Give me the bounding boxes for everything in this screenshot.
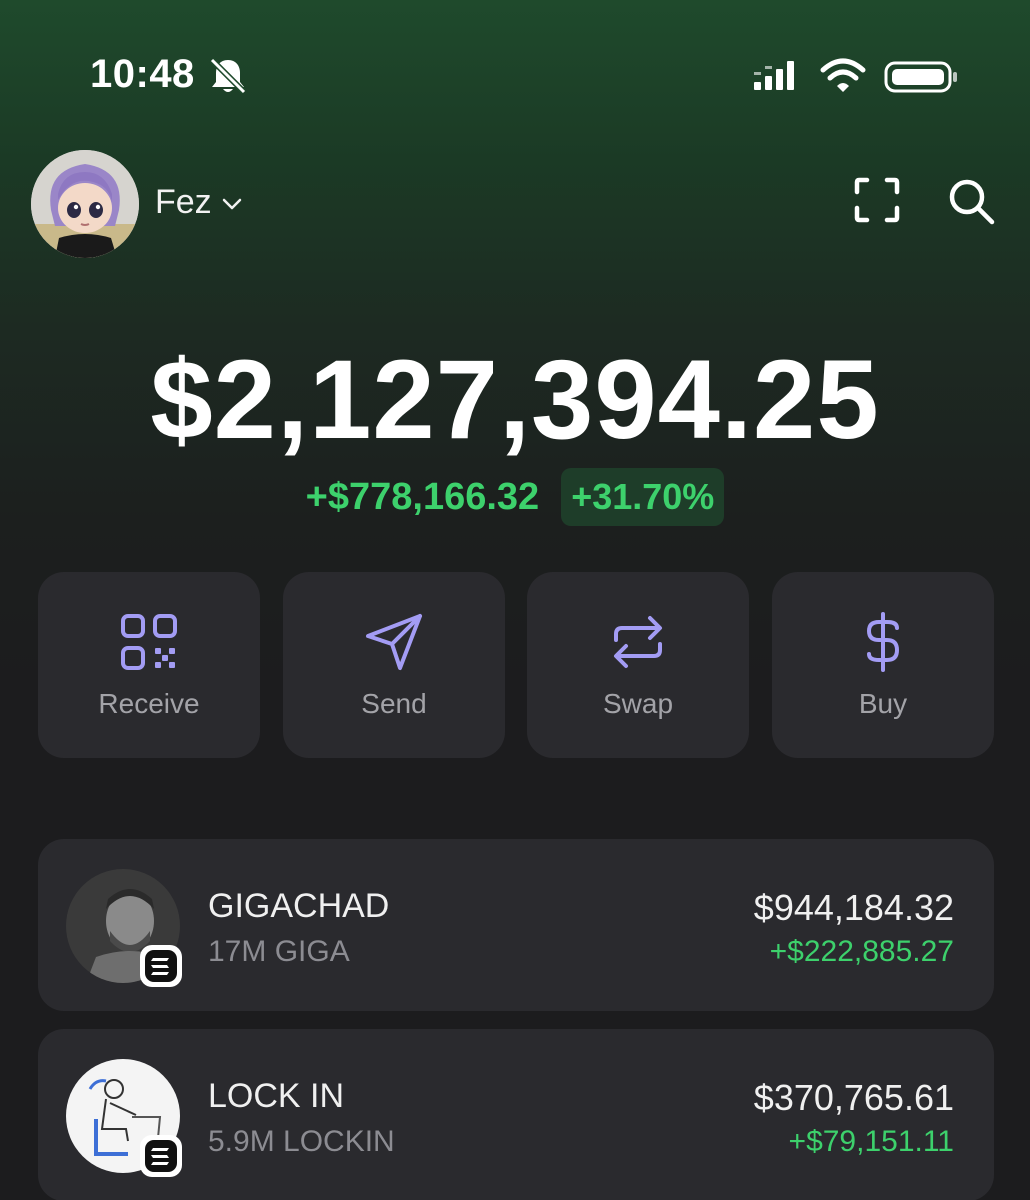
status-time: 10:48 — [90, 52, 195, 96]
search-icon[interactable] — [945, 175, 997, 227]
cellular-signal-icon — [754, 61, 794, 90]
token-row-lockin[interactable]: LOCK IN 5.9M LOCKIN $370,765.61 +$79,151… — [38, 1029, 994, 1200]
avatar[interactable] — [31, 150, 139, 258]
token-amount: 17M GIGA — [208, 935, 350, 968]
swap-label: Swap — [602, 688, 674, 719]
battery-icon — [884, 61, 957, 93]
send-icon — [366, 614, 422, 670]
action-buttons: Receive Send Swap Buy — [38, 572, 994, 758]
token-value: $944,184.32 — [753, 887, 954, 928]
balance-change-percent-badge: +31.70% — [561, 468, 725, 526]
token-row-gigachad[interactable]: GIGACHAD 17M GIGA $944,184.32 +$222,885.… — [38, 839, 994, 1011]
account-name: Fez — [155, 182, 212, 221]
swap-button[interactable]: Swap — [527, 572, 749, 758]
wifi-icon — [820, 58, 866, 92]
swap-icon — [614, 616, 662, 668]
send-button[interactable]: Send — [283, 572, 505, 758]
chevron-down-icon — [222, 198, 241, 210]
receive-label: Receive — [98, 688, 200, 719]
send-label: Send — [361, 688, 427, 719]
wallet-home-screen: 10:48 Fez $2,127,394.25 +$778,166.32 +31… — [0, 0, 1030, 1200]
token-name: GIGACHAD — [208, 887, 390, 925]
token-value: $370,765.61 — [753, 1077, 954, 1118]
token-amount: 5.9M LOCKIN — [208, 1125, 395, 1158]
token-name: LOCK IN — [208, 1077, 345, 1115]
token-change: +$79,151.11 — [788, 1125, 954, 1158]
balance-change-row: +$778,166.32 +31.70% — [0, 468, 1030, 526]
bell-slash-icon — [209, 57, 247, 95]
scan-icon[interactable] — [852, 175, 902, 225]
buy-label: Buy — [858, 688, 908, 719]
solana-chain-icon — [140, 945, 182, 987]
account-switcher[interactable]: Fez — [155, 180, 244, 224]
dollar-icon — [866, 612, 900, 672]
token-change: +$222,885.27 — [769, 935, 954, 968]
total-balance: $2,127,394.25 — [150, 337, 880, 462]
buy-button[interactable]: Buy — [772, 572, 994, 758]
solana-chain-icon — [140, 1135, 182, 1177]
receive-button[interactable]: Receive — [38, 572, 260, 758]
qr-code-icon — [121, 614, 177, 670]
balance-change-amount: +$778,166.32 — [305, 475, 540, 518]
